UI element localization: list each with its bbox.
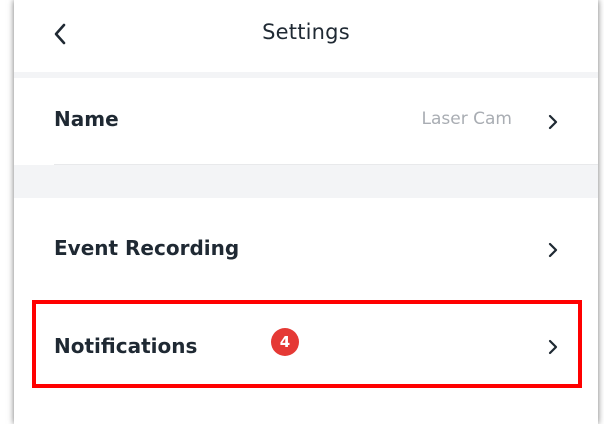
page-title: Settings [262,20,350,44]
chevron-right-icon [548,242,558,258]
highlight-box [32,300,582,388]
chevron-right-icon [548,114,558,130]
section-separator [14,165,598,198]
row-label-event-recording: Event Recording [54,236,240,260]
settings-row-event-recording[interactable]: Event Recording [14,198,598,294]
settings-row-name[interactable]: Name Laser Cam [14,78,598,164]
row-label-name: Name [54,107,119,131]
row-value-name: Laser Cam [421,109,512,129]
settings-screen: Settings Name Laser Cam Event Recording … [14,0,598,424]
header-bar: Settings [14,0,598,72]
